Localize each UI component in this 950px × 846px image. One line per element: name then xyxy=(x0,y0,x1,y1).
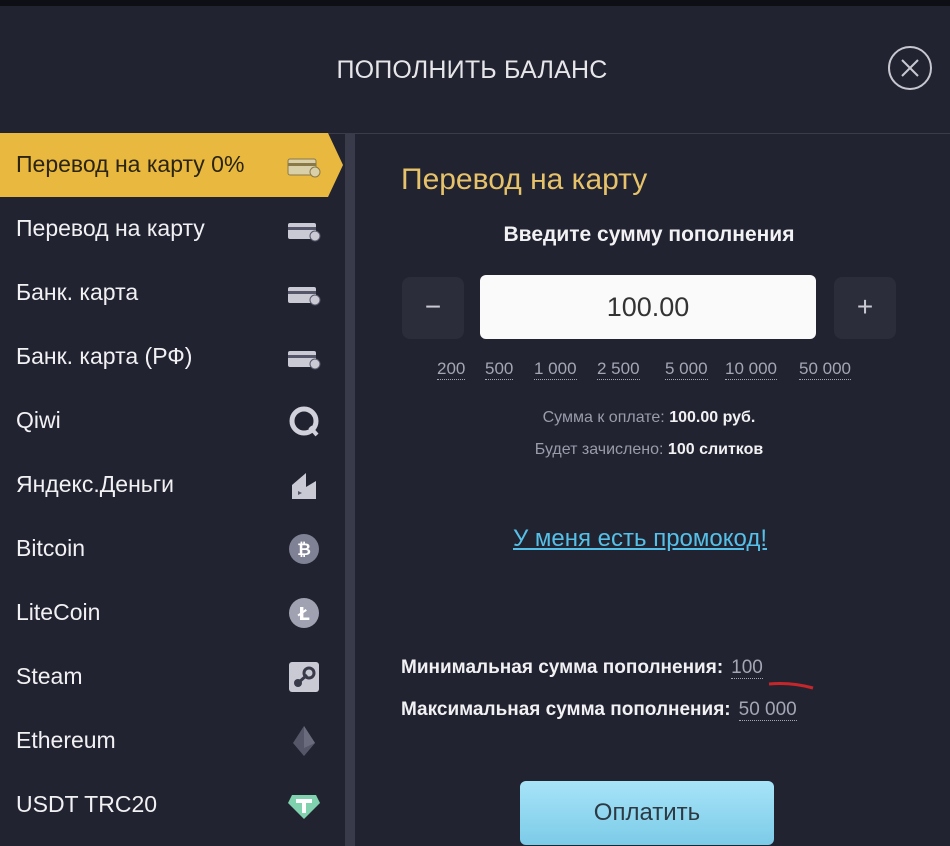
sidebar-item-label: Перевод на карту xyxy=(16,215,205,241)
sidebar-item-label: USDT TRC20 xyxy=(16,791,158,817)
credit-line: Будет зачислено: 100 слитков xyxy=(355,441,943,459)
payment-methods-sidebar: Перевод на карту 0% Перевод на карту Бан… xyxy=(0,133,345,846)
sidebar-item-label: Банк. карта (РФ) xyxy=(16,343,193,369)
sidebar-item-label: Банк. карта xyxy=(16,279,139,305)
yandex-money-icon xyxy=(284,467,324,503)
sidebar-item-label: Перевод на карту 0% xyxy=(16,151,245,177)
red-underline-mark xyxy=(768,682,814,690)
sidebar-item-usdt-trc20[interactable]: USDT TRC20 xyxy=(0,773,340,837)
deposit-modal: ПОПОЛНИТЬ БАЛАНС Перевод на карту 0% Пер… xyxy=(0,6,950,846)
preset-amounts: 200 500 1 000 2 500 5 000 10 000 50 000 xyxy=(435,359,865,385)
sidebar-item-litecoin[interactable]: LiteCoin Ł xyxy=(0,581,340,645)
amount-input[interactable] xyxy=(480,275,816,339)
sidebar-divider xyxy=(345,133,355,846)
sidebar-item-card-transfer[interactable]: Перевод на карту xyxy=(0,197,340,261)
bitcoin-icon: ₿ xyxy=(284,531,324,567)
litecoin-icon: Ł xyxy=(284,595,324,631)
credit-value: 100 слитков xyxy=(667,441,764,458)
promo-code-link[interactable]: У меня есть промокод! xyxy=(513,525,767,553)
pay-button[interactable]: Оплатить xyxy=(520,781,774,845)
tether-icon xyxy=(284,787,324,823)
sidebar-item-bank-card[interactable]: Банк. карта xyxy=(0,261,340,325)
sidebar-item-steam[interactable]: Steam xyxy=(0,645,340,709)
pay-sum-line: Сумма к оплате: 100.00 руб. xyxy=(355,409,943,427)
modal-title: ПОПОЛНИТЬ БАЛАНС xyxy=(336,56,608,84)
pay-sum-value: 100.00 руб. xyxy=(669,409,756,426)
payment-form: Перевод на карту Введите сумму пополнени… xyxy=(355,133,950,846)
preset-amount[interactable]: 1 000 xyxy=(534,359,577,380)
preset-amount[interactable]: 500 xyxy=(485,359,514,380)
card-transfer-icon xyxy=(284,211,324,247)
preset-amount[interactable]: 2 500 xyxy=(597,359,640,380)
sidebar-item-bank-card-rf[interactable]: Банк. карта (РФ) xyxy=(0,325,340,389)
preset-amount[interactable]: 5 000 xyxy=(665,359,708,380)
preset-amount[interactable]: 200 xyxy=(437,359,466,380)
increase-button[interactable]: + xyxy=(834,277,896,339)
amount-label: Введите сумму пополнения xyxy=(503,223,795,246)
sidebar-item-label: Яндекс.Деньги xyxy=(16,471,175,497)
preset-amount[interactable]: 50 000 xyxy=(799,359,851,380)
sidebar-item-ethereum[interactable]: Ethereum xyxy=(0,709,340,773)
preset-amount[interactable]: 10 000 xyxy=(725,359,777,380)
decrease-button[interactable]: − xyxy=(402,277,464,339)
bank-card-icon xyxy=(284,339,324,375)
steam-icon xyxy=(284,659,324,695)
sidebar-item-yandex-money[interactable]: Яндекс.Деньги xyxy=(0,453,340,517)
credit-label: Будет зачислено: xyxy=(534,441,664,458)
sidebar-item-label: Steam xyxy=(16,663,83,689)
svg-text:Ł: Ł xyxy=(297,604,310,625)
min-amount-value: 100 xyxy=(731,657,763,679)
ethereum-icon xyxy=(284,723,324,759)
min-amount-line: Минимальная сумма пополнения: 100 xyxy=(401,657,763,679)
max-amount-value: 50 000 xyxy=(738,699,797,721)
max-amount-label: Максимальная сумма пополнения: xyxy=(401,699,731,720)
sidebar-item-label: Qiwi xyxy=(16,407,61,433)
qiwi-icon xyxy=(284,403,324,439)
plus-icon: + xyxy=(856,291,874,322)
max-amount-line: Максимальная сумма пополнения: 50 000 xyxy=(401,699,797,721)
sidebar-item-label: LiteCoin xyxy=(16,599,101,625)
sidebar-item-qiwi[interactable]: Qiwi xyxy=(0,389,340,453)
modal-header: ПОПОЛНИТЬ БАЛАНС xyxy=(0,6,950,134)
sidebar-item-label: Ethereum xyxy=(16,727,116,753)
card-transfer-icon xyxy=(284,147,324,183)
bank-card-icon xyxy=(284,275,324,311)
close-button[interactable] xyxy=(888,46,932,90)
sidebar-item-label: Bitcoin xyxy=(16,535,86,561)
sidebar-item-card-transfer-0[interactable]: Перевод на карту 0% xyxy=(0,133,343,197)
svg-text:₿: ₿ xyxy=(297,540,311,560)
pay-sum-label: Сумма к оплате: xyxy=(542,409,665,426)
close-icon xyxy=(901,59,919,77)
minus-icon: − xyxy=(424,291,442,322)
min-amount-label: Минимальная сумма пополнения: xyxy=(401,657,724,678)
section-title: Перевод на карту xyxy=(401,163,648,196)
sidebar-item-bitcoin[interactable]: Bitcoin ₿ xyxy=(0,517,340,581)
